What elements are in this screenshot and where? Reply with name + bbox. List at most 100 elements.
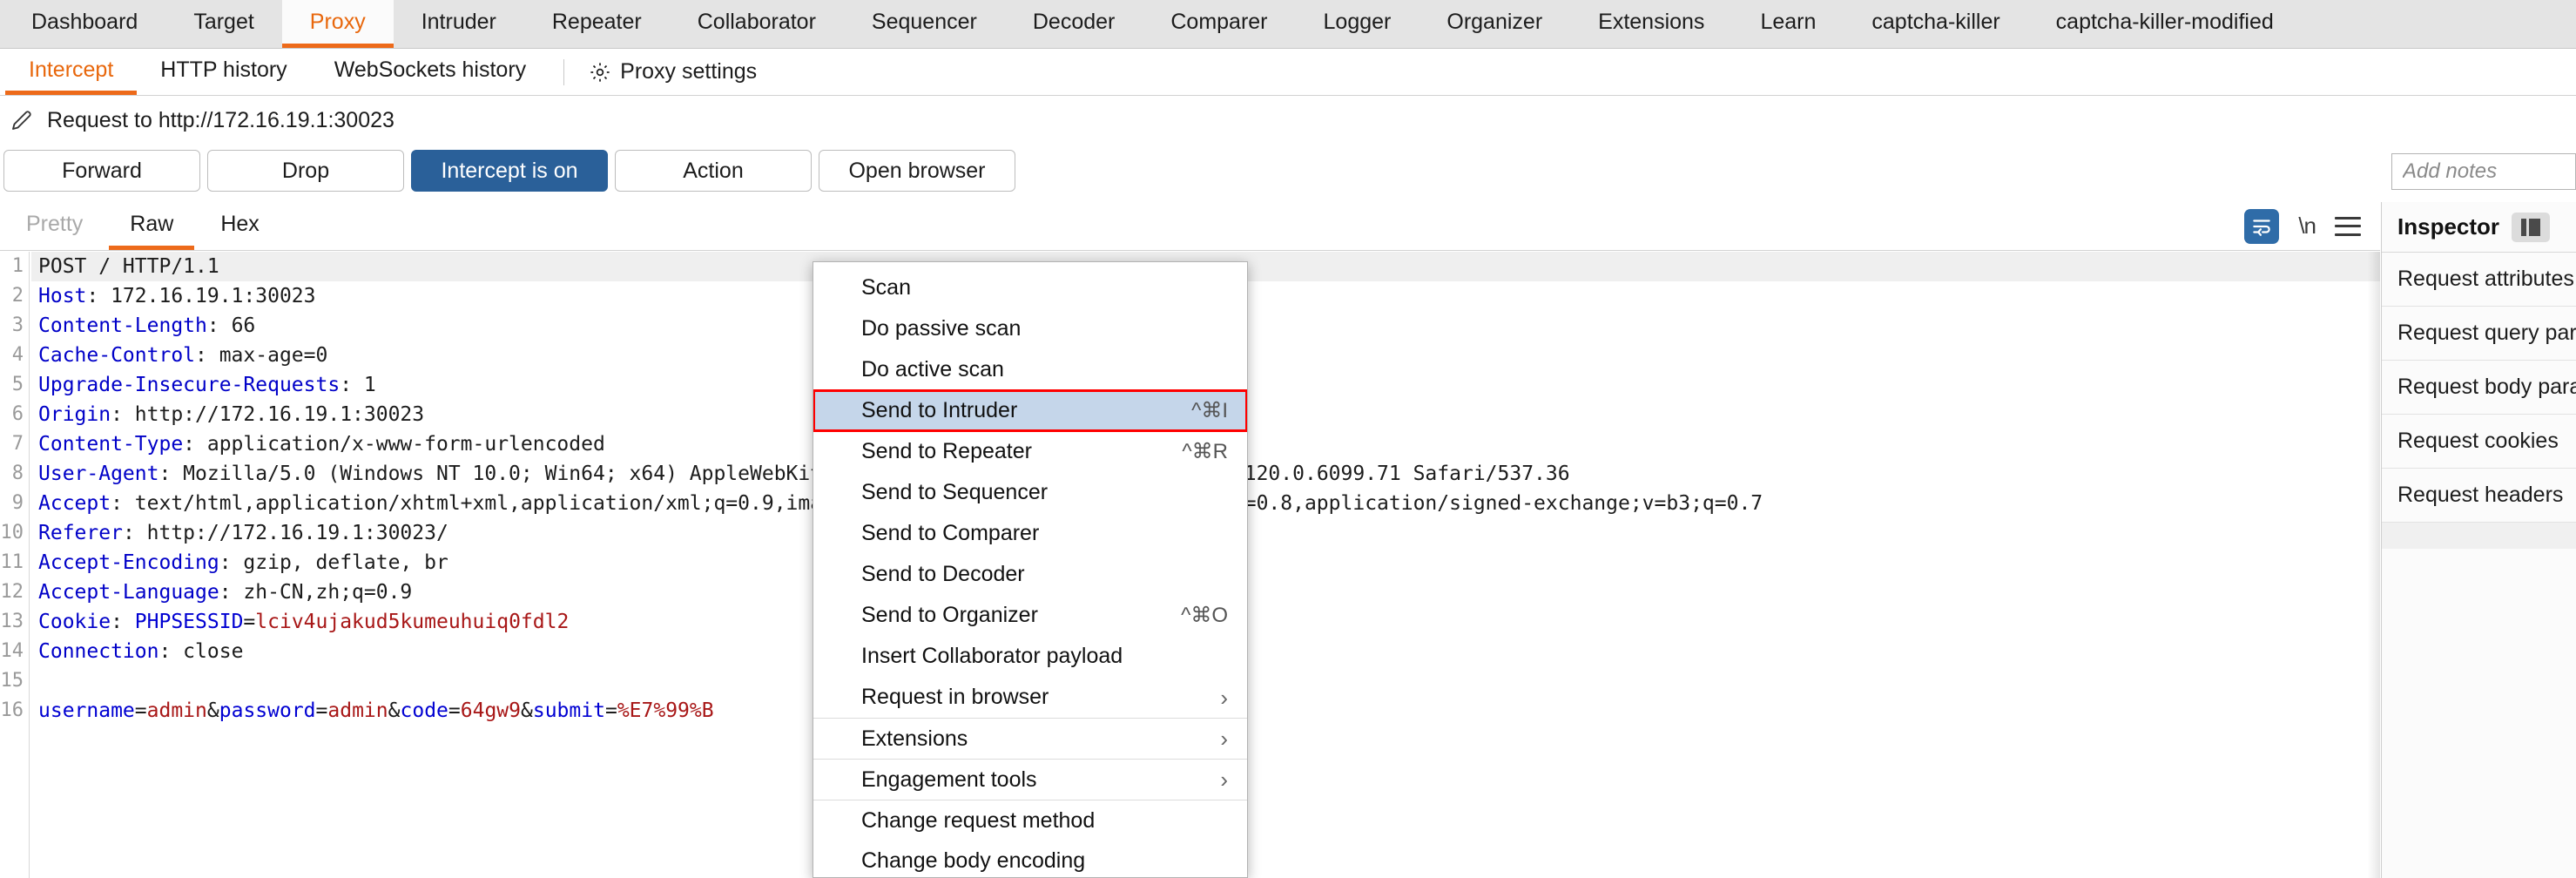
word-wrap-icon[interactable] <box>2244 208 2280 244</box>
token: = <box>604 699 617 722</box>
proxy-sub-tab-bar: Intercept HTTP history WebSockets history … <box>0 49 2576 96</box>
proxy-settings-label: Proxy settings <box>620 59 758 84</box>
menu-item-label: Engagement tools <box>861 767 1037 792</box>
menu-item-engagement-tools[interactable]: Engagement tools › <box>813 759 1247 800</box>
token: username <box>38 699 135 722</box>
newline-toggle-button[interactable]: \n <box>2298 213 2316 240</box>
token: & <box>388 699 401 722</box>
token: Referer <box>38 522 123 544</box>
main-tab-proxy[interactable]: Proxy <box>281 0 394 48</box>
main-tab-learn[interactable]: Learn <box>1732 0 1844 48</box>
editor-tab-pretty[interactable]: Pretty <box>5 202 104 250</box>
token: Content-Type <box>38 433 184 456</box>
menu-item-send-to-decoder[interactable]: Send to Decoder <box>813 554 1247 595</box>
menu-item-shortcut: ^⌘R <box>1182 440 1228 463</box>
menu-item-label: Extensions <box>861 726 968 751</box>
inspector-panel: Inspector Request attributes Request quer… <box>2381 202 2576 878</box>
forward-button[interactable]: Forward <box>3 150 200 192</box>
main-tab-logger[interactable]: Logger <box>1296 0 1419 48</box>
collapse-panel-icon[interactable] <box>2512 212 2551 242</box>
main-tab-organizer[interactable]: Organizer <box>1419 0 1570 48</box>
gear-icon <box>589 61 611 84</box>
main-tab-sequencer[interactable]: Sequencer <box>844 0 1005 48</box>
token: = <box>134 699 147 722</box>
intercept-toggle-button[interactable]: Intercept is on <box>411 150 608 192</box>
add-notes-input[interactable] <box>2391 153 2576 190</box>
token: Origin <box>38 403 111 426</box>
menu-item-insert-collaborator-payload[interactable]: Insert Collaborator payload <box>813 636 1247 677</box>
intercept-action-row: Forward Drop Intercept is on Action Open… <box>0 145 2576 197</box>
line-number: 10 <box>0 522 24 544</box>
menu-item-send-to-intruder[interactable]: Send to Intruder ^⌘I <box>813 389 1247 432</box>
line-number: 11 <box>0 551 24 573</box>
proxy-settings-button[interactable]: Proxy settings <box>578 49 767 95</box>
line-number: 2 <box>11 285 24 307</box>
main-tab-dashboard[interactable]: Dashboard <box>3 0 165 48</box>
main-tab-target[interactable]: Target <box>165 0 281 48</box>
menu-item-label: Send to Decoder <box>861 562 1025 586</box>
token: Cache-Control <box>38 344 196 367</box>
token: : application/x-www-form-urlencoded <box>183 433 605 456</box>
menu-item-do-active-scan[interactable]: Do active scan <box>813 349 1247 390</box>
menu-item-extensions[interactable]: Extensions › <box>813 718 1247 759</box>
main-tab-intruder[interactable]: Intruder <box>394 0 524 48</box>
token: : 172.16.19.1:30023 <box>86 285 316 307</box>
menu-item-change-request-method[interactable]: Change request method <box>813 800 1247 841</box>
open-browser-button[interactable]: Open browser <box>819 150 1015 192</box>
inspector-footer-area <box>2382 523 2576 549</box>
main-tab-comparer[interactable]: Comparer <box>1143 0 1295 48</box>
token: Connection <box>38 640 159 663</box>
chevron-right-icon: › <box>1220 684 1228 711</box>
request-context-menu[interactable]: Scan Do passive scan Do active scan Send to… <box>813 261 1248 878</box>
main-tab-collaborator[interactable]: Collaborator <box>670 0 844 48</box>
token: admin <box>146 699 207 722</box>
token: %E7%99%B <box>617 699 714 722</box>
main-tab-decoder[interactable]: Decoder <box>1005 0 1143 48</box>
sub-tab-websockets-history[interactable]: WebSockets history <box>311 49 550 95</box>
inspector-row-request-body-parameters[interactable]: Request body parameters <box>2382 361 2576 415</box>
menu-item-label: Send to Sequencer <box>861 480 1049 504</box>
main-tab-repeater[interactable]: Repeater <box>524 0 670 48</box>
token: Accept-Encoding <box>38 551 219 574</box>
main-tab-extensions[interactable]: Extensions <box>1570 0 1732 48</box>
menu-item-send-to-comparer[interactable]: Send to Comparer <box>813 513 1247 554</box>
menu-item-label: Change body encoding <box>861 848 1086 873</box>
menu-item-do-passive-scan[interactable]: Do passive scan <box>813 308 1247 349</box>
sub-tab-http-history[interactable]: HTTP history <box>137 49 310 95</box>
token: submit <box>532 699 605 722</box>
menu-item-send-to-organizer[interactable]: Send to Organizer ^⌘O <box>813 595 1247 636</box>
token: password <box>219 699 316 722</box>
hamburger-menu-icon[interactable] <box>2335 216 2361 236</box>
token: Accept-Language <box>38 581 219 604</box>
menu-item-scan[interactable]: Scan <box>813 267 1247 308</box>
request-title: Request to http://172.16.19.1:30023 <box>47 107 394 132</box>
token: : max-age=0 <box>195 344 328 367</box>
token: : http://172.16.19.1:30023/ <box>122 522 448 544</box>
line-number: 4 <box>11 344 24 366</box>
menu-item-request-in-browser[interactable]: Request in browser › <box>813 677 1247 718</box>
menu-item-label: Send to Organizer <box>861 603 1038 627</box>
token: & <box>521 699 533 722</box>
menu-item-send-to-repeater[interactable]: Send to Repeater ^⌘R <box>813 431 1247 472</box>
main-tab-captcha-killer[interactable]: captcha-killer <box>1844 0 2027 48</box>
inspector-row-request-headers[interactable]: Request headers <box>2382 469 2576 523</box>
inspector-header: Inspector <box>2382 202 2576 253</box>
message-editor-tab-bar: Pretty Raw Hex \n <box>0 202 2380 251</box>
menu-item-change-body-encoding[interactable]: Change body encoding <box>813 841 1247 877</box>
inspector-row-request-attributes[interactable]: Request attributes <box>2382 253 2576 307</box>
request-title-row: Request to http://172.16.19.1:30023 <box>0 96 2576 145</box>
drop-button[interactable]: Drop <box>207 150 404 192</box>
menu-item-label: Insert Collaborator payload <box>861 644 1123 668</box>
token: : zh-CN,zh;q=0.9 <box>219 581 413 604</box>
action-button[interactable]: Action <box>615 150 812 192</box>
menu-item-label: Change request method <box>861 807 1096 833</box>
token: PHPSESSID <box>134 611 244 633</box>
main-tab-captcha-killer-modified[interactable]: captcha-killer-modified <box>2028 0 2302 48</box>
menu-item-send-to-sequencer[interactable]: Send to Sequencer <box>813 472 1247 513</box>
inspector-row-request-cookies[interactable]: Request cookies <box>2382 415 2576 469</box>
inspector-row-request-query-parameters[interactable]: Request query parameters <box>2382 307 2576 361</box>
token: Content-Length <box>38 314 207 337</box>
sub-tab-intercept[interactable]: Intercept <box>5 49 138 95</box>
editor-tab-hex[interactable]: Hex <box>199 202 280 250</box>
editor-tab-raw[interactable]: Raw <box>109 202 195 250</box>
